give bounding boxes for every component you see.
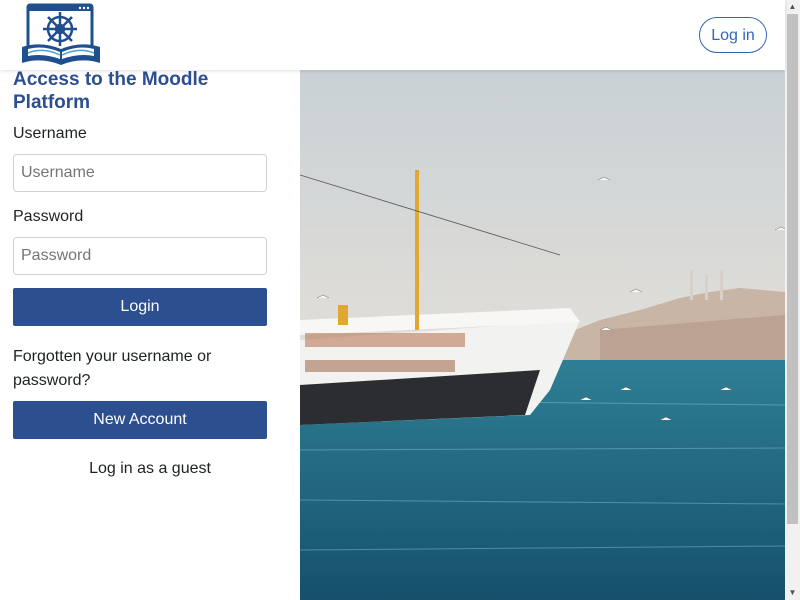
guest-login-button[interactable]: Log in as a guest <box>0 460 300 478</box>
login-title: Access to the Moodle Platform <box>13 69 209 113</box>
login-panel: Access to the Moodle Platform Username P… <box>0 69 300 600</box>
password-input[interactable] <box>13 237 267 275</box>
arrow-down-icon[interactable]: ▼ <box>787 588 798 598</box>
arrow-up-icon[interactable]: ▲ <box>787 2 798 12</box>
new-account-button[interactable]: New Account <box>13 401 267 439</box>
login-button[interactable]: Login <box>13 288 267 326</box>
username-label: Username <box>13 125 87 142</box>
background-photo <box>300 70 785 600</box>
site-header: Log in <box>0 0 785 70</box>
username-input[interactable] <box>13 154 267 192</box>
scrollbar-thumb[interactable] <box>787 14 798 524</box>
forgot-password-link[interactable]: Forgotten your username or password? <box>13 345 263 393</box>
header-login-button[interactable]: Log in <box>699 17 767 53</box>
password-label: Password <box>13 208 84 225</box>
site-logo[interactable] <box>18 3 104 67</box>
